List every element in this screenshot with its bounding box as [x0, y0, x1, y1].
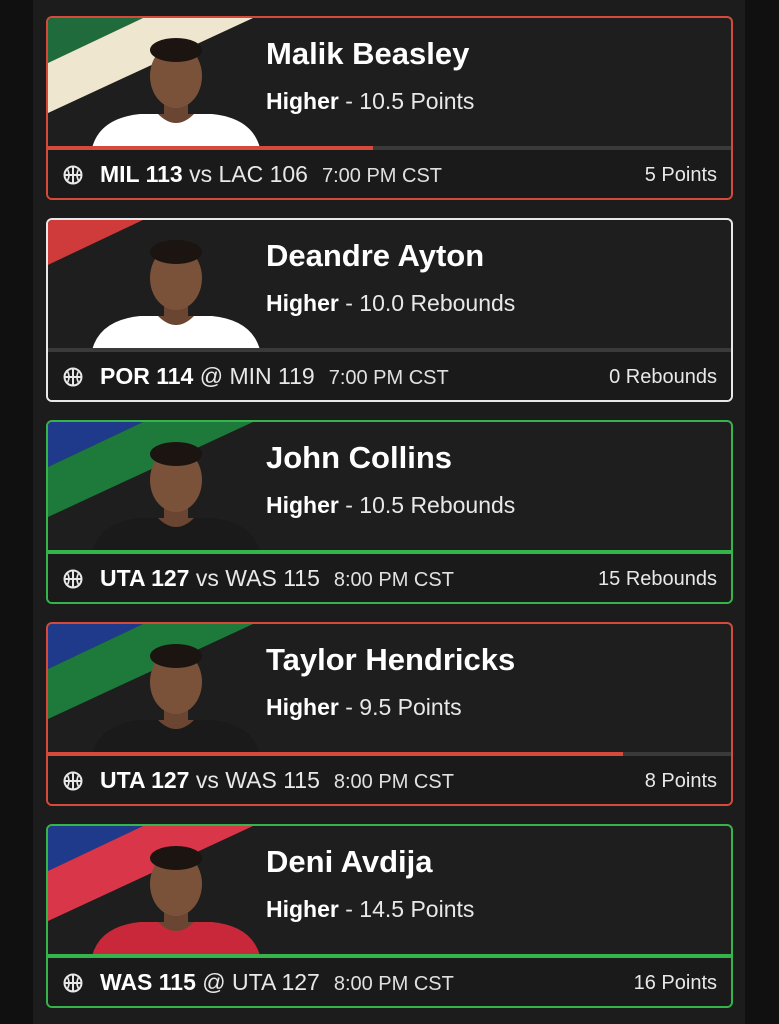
game-time: 8:00 PM CST — [333, 771, 454, 793]
pick-line: Higher - 9.5 Points — [266, 694, 462, 720]
matchup-separator: vs — [195, 767, 219, 793]
game-score: POR 114 @ MIN 119 7:00 PM CST — [100, 363, 449, 390]
pick-card[interactable]: Deni Avdija Higher - 14.5 Points WAS 115… — [46, 824, 733, 1008]
home-team-score: WAS 115 — [100, 969, 196, 995]
player-headshot — [92, 240, 260, 350]
pick-direction: Higher — [266, 492, 339, 518]
opponent-score: LAC 106 — [218, 161, 308, 187]
pick-value: 10.0 Rebounds — [359, 290, 516, 316]
pick-line: Higher - 10.5 Rebounds — [266, 492, 516, 518]
basketball-icon — [63, 771, 83, 791]
matchup-separator: @ — [202, 969, 226, 995]
matchup-separator: vs — [195, 565, 219, 591]
matchup-separator: @ — [199, 363, 224, 389]
player-name: Taylor Hendricks — [266, 642, 516, 677]
opponent-score: UTA 127 — [232, 969, 320, 995]
stat-result: 8 Points — [644, 770, 717, 792]
game-score: MIL 113 vs LAC 106 7:00 PM CST — [100, 161, 442, 188]
pick-card[interactable]: John Collins Higher - 10.5 Rebounds UTA … — [46, 420, 733, 604]
player-name: John Collins — [266, 440, 452, 475]
pick-card[interactable]: Malik Beasley Higher - 10.5 Points MIL 1… — [46, 16, 733, 200]
opponent-score: WAS 115 — [225, 565, 320, 591]
basketball-icon — [63, 569, 83, 589]
basketball-icon — [63, 165, 83, 185]
pick-direction: Higher — [266, 694, 339, 720]
pick-line: Higher - 10.5 Points — [266, 88, 475, 114]
player-name: Malik Beasley — [266, 36, 470, 71]
home-team-score: MIL 113 — [100, 161, 183, 187]
opponent-score: MIN 119 — [229, 363, 315, 389]
player-headshot — [92, 442, 260, 552]
pick-value: 10.5 Rebounds — [359, 492, 516, 518]
basketball-icon — [63, 367, 83, 387]
matchup-separator: vs — [189, 161, 213, 187]
player-headshot — [92, 644, 260, 754]
pick-direction: Higher — [266, 88, 339, 114]
pick-card[interactable]: Deandre Ayton Higher - 10.0 Rebounds POR… — [46, 218, 733, 402]
game-footer: WAS 115 @ UTA 127 8:00 PM CST 16 Points — [48, 958, 731, 1006]
pick-value: 14.5 Points — [359, 896, 475, 922]
game-time: 7:00 PM CST — [328, 367, 449, 389]
player-name: Deni Avdija — [266, 844, 433, 879]
pick-value: 9.5 Points — [359, 694, 462, 720]
game-footer: MIL 113 vs LAC 106 7:00 PM CST 5 Points — [48, 150, 731, 198]
game-footer: UTA 127 vs WAS 115 8:00 PM CST 15 Rebound… — [48, 554, 731, 602]
game-footer: UTA 127 vs WAS 115 8:00 PM CST 8 Points — [48, 756, 731, 804]
game-score: UTA 127 vs WAS 115 8:00 PM CST — [100, 767, 454, 794]
pick-line: Higher - 10.0 Rebounds — [266, 290, 516, 316]
pick-direction: Higher — [266, 290, 339, 316]
game-time: 7:00 PM CST — [321, 165, 443, 187]
home-team-score: UTA 127 — [100, 565, 190, 591]
stat-result: 16 Points — [633, 972, 717, 994]
stat-result: 5 Points — [644, 164, 717, 186]
game-time: 8:00 PM CST — [333, 569, 454, 591]
home-team-score: UTA 127 — [100, 767, 190, 793]
home-team-score: POR 114 — [100, 363, 194, 389]
opponent-score: WAS 115 — [225, 767, 320, 793]
player-headshot — [92, 846, 260, 956]
game-footer: POR 114 @ MIN 119 7:00 PM CST 0 Rebounds — [48, 352, 731, 400]
basketball-icon — [63, 973, 83, 993]
player-name: Deandre Ayton — [266, 238, 485, 273]
pick-value: 10.5 Points — [359, 88, 475, 114]
player-headshot — [92, 38, 260, 148]
game-score: UTA 127 vs WAS 115 8:00 PM CST — [100, 565, 454, 592]
pick-direction: Higher — [266, 896, 339, 922]
game-time: 8:00 PM CST — [333, 973, 454, 995]
stat-result: 15 Rebounds — [598, 568, 717, 590]
stat-result: 0 Rebounds — [609, 366, 717, 388]
pick-line: Higher - 14.5 Points — [266, 896, 475, 922]
game-score: WAS 115 @ UTA 127 8:00 PM CST — [100, 969, 454, 996]
pick-card[interactable]: Taylor Hendricks Higher - 9.5 Points UTA… — [46, 622, 733, 806]
